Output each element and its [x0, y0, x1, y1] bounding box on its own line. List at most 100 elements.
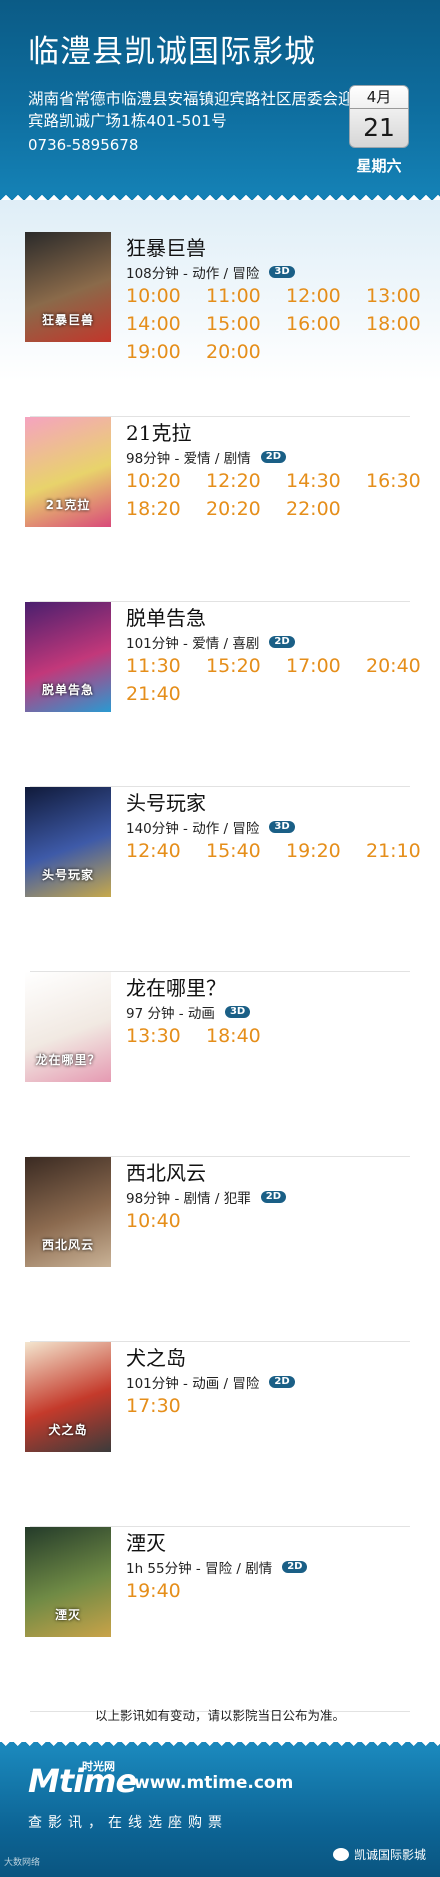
movie-meta: 101分钟 - 爱情 / 喜剧 2D [126, 632, 295, 652]
movie-poster-title: 湮灭 [54, 1608, 81, 1622]
showtime[interactable]: 15:00 [206, 312, 286, 336]
showtime[interactable]: 20:40 [366, 654, 440, 678]
movie-duration-genre: 101分钟 - 动画 / 冒险 [126, 1376, 260, 1392]
format-badge: 2D [282, 1561, 308, 1573]
movie-entry[interactable]: 湮灭 湮灭 1h 55分钟 - 冒险 / 剧情 2D 19:40 [0, 1527, 440, 1712]
format-badge: 2D [260, 451, 287, 463]
showtime[interactable]: 11:00 [206, 284, 286, 308]
showtime[interactable]: 18:40 [206, 1024, 286, 1048]
showtime[interactable]: 12:20 [206, 469, 286, 493]
movie-entry[interactable]: 西北风云 西北风云 98分钟 - 剧情 / 犯罪 2D 10:40 [0, 1157, 440, 1342]
movie-duration-genre: 108分钟 - 动作 / 冒险 [126, 266, 260, 282]
movie-title[interactable]: 头号玩家 [126, 787, 206, 816]
movie-meta: 108分钟 - 动作 / 冒险 3D [126, 262, 295, 282]
movie-poster-title: 狂暴巨兽 [41, 313, 94, 327]
showtime[interactable]: 18:20 [126, 497, 206, 521]
showtime[interactable]: 13:00 [366, 284, 440, 308]
movie-duration-genre: 140分钟 - 动作 / 冒险 [126, 821, 260, 837]
movie-meta: 97 分钟 - 动画 3D [126, 1002, 251, 1022]
mtime-url-link[interactable]: www.mtime.com [134, 1773, 293, 1793]
showtime[interactable]: 10:00 [126, 284, 206, 308]
showtime[interactable]: 10:20 [126, 469, 206, 493]
footer-zigzag-edge [0, 1742, 440, 1750]
movie-poster[interactable]: 西北风云 [25, 1157, 111, 1267]
showtime[interactable]: 15:40 [206, 839, 286, 863]
watermark: 大数网络 [4, 1858, 41, 1868]
movie-entry[interactable]: 21克拉 21克拉 98分钟 - 爱情 / 剧情 2D 10:20 12:20 14:30 1… [0, 417, 440, 602]
cinema-name: 临澧县凯诚国际影城 [28, 34, 316, 70]
showtime[interactable]: 18:00 [366, 312, 440, 336]
movie-poster[interactable]: 狂暴巨兽 [25, 232, 111, 342]
movie-meta: 98分钟 - 爱情 / 剧情 2D [126, 447, 287, 467]
format-badge: 2D [269, 636, 295, 648]
showtime[interactable]: 16:00 [286, 312, 366, 336]
movie-title[interactable]: 狂暴巨兽 [126, 232, 206, 261]
movie-title[interactable]: 湮灭 [126, 1527, 166, 1556]
movie-title[interactable]: 脱单告急 [126, 602, 206, 631]
showtime[interactable]: 20:00 [206, 340, 286, 364]
showtime-list: 13:30 18:40 [126, 1024, 426, 1048]
movie-title[interactable]: 西北风云 [126, 1157, 206, 1186]
movie-poster[interactable]: 湮灭 [25, 1527, 111, 1637]
movie-duration-genre: 101分钟 - 爱情 / 喜剧 [126, 636, 260, 652]
movie-title[interactable]: 犬之岛 [126, 1342, 186, 1371]
showtime[interactable]: 22:00 [286, 497, 366, 521]
showtime[interactable]: 13:30 [126, 1024, 206, 1048]
movie-entry[interactable]: 犬之岛 犬之岛 101分钟 - 动画 / 冒险 2D 17:30 [0, 1342, 440, 1527]
movie-entry[interactable]: 脱单告急 脱单告急 101分钟 - 爱情 / 喜剧 2D 11:30 15:20 17:00… [0, 602, 440, 787]
movie-entry[interactable]: 龙在哪里？ 龙在哪里？ 97 分钟 - 动画 3D 13:30 18:40 [0, 972, 440, 1157]
showtime-list: 11:30 15:20 17:00 20:40 21:40 [126, 654, 426, 706]
movie-poster[interactable]: 头号玩家 [25, 787, 111, 897]
showtime[interactable]: 19:20 [286, 839, 366, 863]
showtime[interactable]: 20:20 [206, 497, 286, 521]
header-zigzag-edge [0, 190, 440, 200]
showtime[interactable]: 19:40 [126, 1579, 206, 1603]
movie-duration-genre: 98分钟 - 爱情 / 剧情 [126, 451, 251, 467]
showtime[interactable]: 17:30 [126, 1394, 206, 1418]
date-month: 4月 [350, 86, 408, 109]
movie-title[interactable]: 21克拉 [126, 417, 191, 446]
cinema-phone: 0736-5895678 [28, 136, 139, 154]
mtime-logo-cn: 时光网 [82, 1760, 115, 1773]
header: 临澧县凯诚国际影城 湖南省常德市临澧县安福镇迎宾路社区居委会迎宾路凯诚广场1栋4… [0, 0, 440, 190]
movie-meta: 98分钟 - 剧情 / 犯罪 2D [126, 1187, 287, 1207]
movie-poster[interactable]: 龙在哪里？ [25, 972, 111, 1082]
schedule-notice: 以上影讯如有变动，请以影院当日公布为准。 [94, 1708, 345, 1723]
movie-poster[interactable]: 脱单告急 [25, 602, 111, 712]
showtime[interactable]: 12:00 [286, 284, 366, 308]
wechat-account-name: 凯诚国际影城 [353, 1848, 426, 1862]
format-badge: 3D [269, 821, 295, 833]
showtime[interactable]: 21:10 [366, 839, 440, 863]
showtime-list: 10:40 [126, 1209, 426, 1233]
movie-poster-title: 头号玩家 [41, 868, 94, 882]
wechat-account[interactable]: 凯诚国际影城 [332, 1846, 426, 1863]
showtime[interactable]: 15:20 [206, 654, 286, 678]
wechat-icon [332, 1848, 349, 1861]
movie-entry[interactable]: 头号玩家 头号玩家 140分钟 - 动作 / 冒险 3D 12:40 15:40 19:20… [0, 787, 440, 972]
showtime[interactable]: 17:00 [286, 654, 366, 678]
movie-meta: 101分钟 - 动画 / 冒险 2D [126, 1372, 295, 1392]
showtime[interactable]: 19:00 [126, 340, 206, 364]
format-badge: 3D [269, 266, 295, 278]
movie-title[interactable]: 龙在哪里？ [126, 972, 226, 1001]
movie-duration-genre: 1h 55分钟 - 冒险 / 剧情 [126, 1561, 273, 1577]
showtime[interactable]: 14:00 [126, 312, 206, 336]
showtime[interactable]: 16:30 [366, 469, 440, 493]
showtime[interactable]: 12:40 [126, 839, 206, 863]
movie-poster-title: 犬之岛 [48, 1423, 88, 1437]
movie-poster[interactable]: 21克拉 [25, 417, 111, 527]
movie-entry[interactable]: 狂暴巨兽 狂暴巨兽 108分钟 - 动作 / 冒险 3D 10:00 11:00 12:00… [0, 232, 440, 417]
showtime[interactable]: 10:40 [126, 1209, 206, 1233]
showtime[interactable]: 14:30 [286, 469, 366, 493]
movie-duration-genre: 97 分钟 - 动画 [126, 1006, 215, 1022]
footer: Mtime 时光网 www.mtime.com 查影讯，在线选座购票 凯诚国际影… [0, 1742, 440, 1877]
footer-slogan: 查影讯，在线选座购票 [28, 1815, 228, 1831]
movie-poster-title: 西北风云 [41, 1238, 94, 1252]
showtime-list: 10:00 11:00 12:00 13:00 14:00 15:00 16:00 18:00… [126, 284, 426, 364]
cinema-address: 湖南省常德市临澧县安福镇迎宾路社区居委会迎宾路凯诚广场1栋401-501号 [28, 90, 354, 130]
movie-duration-genre: 98分钟 - 剧情 / 犯罪 [126, 1191, 251, 1207]
movie-poster[interactable]: 犬之岛 [25, 1342, 111, 1452]
showtime[interactable]: 21:40 [126, 682, 206, 706]
date-weekday: 星期六 [356, 157, 402, 175]
showtime[interactable]: 11:30 [126, 654, 206, 678]
